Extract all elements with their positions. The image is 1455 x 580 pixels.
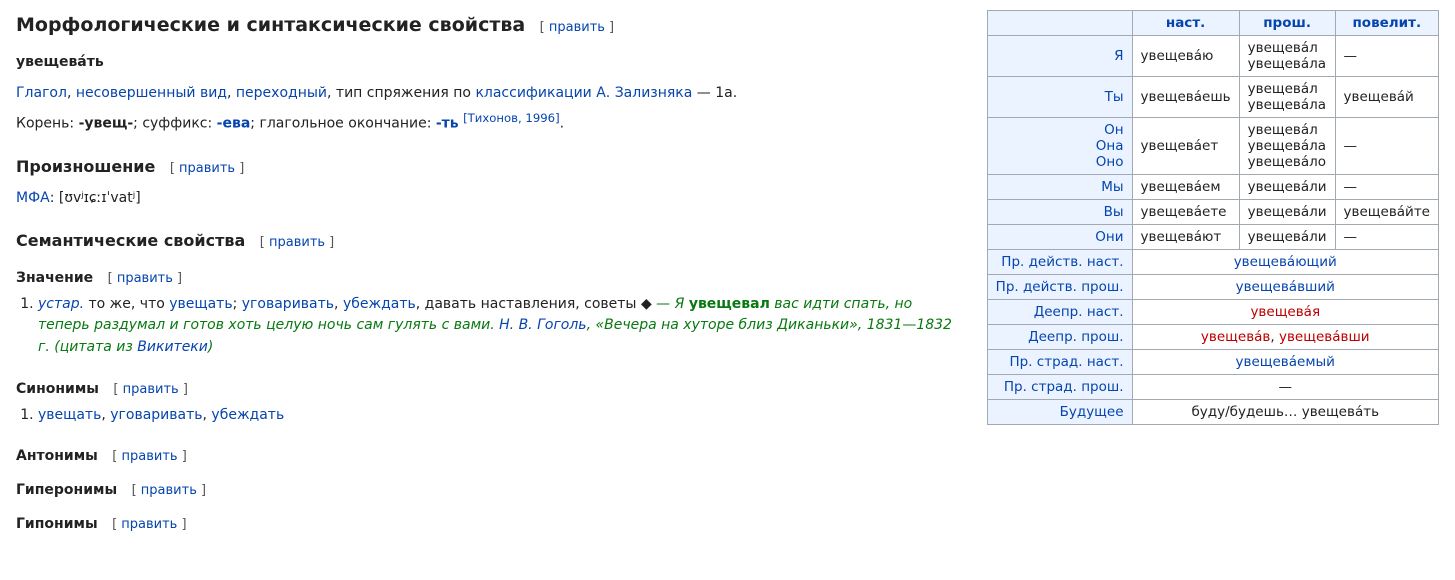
link-syn2[interactable]: уговаривать xyxy=(242,296,334,312)
edit-section-morph: [ править ] xyxy=(540,20,615,35)
edit-link[interactable]: править xyxy=(179,161,235,176)
th-past[interactable]: прош. xyxy=(1239,11,1335,36)
form-link[interactable]: увещева́емый xyxy=(1236,354,1335,370)
syn-link[interactable]: уговаривать xyxy=(110,407,202,423)
synonyms-list: увещать, уговаривать, убеждать xyxy=(38,405,963,427)
edit-link[interactable]: править xyxy=(549,20,605,35)
form-label-link[interactable]: Пр. страд. прош. xyxy=(1004,379,1124,395)
meaning-item: устар. то же, что увещать; уговаривать, … xyxy=(38,294,963,359)
pronoun-link[interactable]: Мы xyxy=(1101,179,1123,195)
edit-link[interactable]: править xyxy=(269,235,325,250)
table-row: Деепр. прош. увещева́в, увещева́вши xyxy=(987,325,1438,350)
edit-link[interactable]: править xyxy=(141,483,197,498)
pos-line: Глагол, несовершенный вид, переходный, т… xyxy=(16,83,963,104)
table-row: Будущее буду/будешь… увещева́ть xyxy=(987,400,1438,425)
edit-link[interactable]: править xyxy=(121,517,177,532)
form-label-link[interactable]: Пр. страд. наст. xyxy=(1009,354,1123,370)
link-aspect[interactable]: несовершенный вид xyxy=(76,85,227,101)
list-item: увещать, уговаривать, убеждать xyxy=(38,405,963,427)
meanings-list: устар. то же, что увещать; уговаривать, … xyxy=(38,294,963,359)
edit-section-syn: [ править ] xyxy=(113,382,188,397)
link-transitivity[interactable]: переходный xyxy=(236,85,327,101)
table-row: Они увещева́ют увещева́ли — xyxy=(987,225,1438,250)
pronoun-link[interactable]: Они xyxy=(1095,229,1123,245)
th-blank xyxy=(987,11,1132,36)
ending-link[interactable]: -ть xyxy=(436,116,459,132)
morpheme-line: Корень: -увещ-; суффикс: -ева; глагольно… xyxy=(16,110,963,135)
heading-pronunciation: Произношение xyxy=(16,157,155,176)
pronoun-link[interactable]: Ты xyxy=(1105,89,1124,105)
table-row: Он Она Оно увещева́ет увещева́лувещева́л… xyxy=(987,118,1438,175)
edit-section-meaning: [ править ] xyxy=(108,271,183,286)
form-label-link[interactable]: Пр. действ. прош. xyxy=(996,279,1124,295)
form-label-link[interactable]: Будущее xyxy=(1060,404,1124,420)
heading-semantics: Семантические свойства xyxy=(16,231,245,250)
table-row: Мы увещева́ем увещева́ли — xyxy=(987,175,1438,200)
heading-hypernyms: Гиперонимы xyxy=(16,482,117,498)
pronoun-link[interactable]: Вы xyxy=(1104,204,1124,220)
pronoun-link[interactable]: Я xyxy=(1114,48,1123,64)
conjugation-table: наст. прош. повелит. Я увещева́ю увещева… xyxy=(987,10,1439,425)
table-row: Пр. действ. прош. увещева́вший xyxy=(987,275,1438,300)
form-label-link[interactable]: Деепр. прош. xyxy=(1028,329,1123,345)
pronoun-link[interactable]: Он xyxy=(1104,122,1123,138)
form-label-link[interactable]: Деепр. наст. xyxy=(1034,304,1124,320)
headword: увещева́ть xyxy=(16,52,963,73)
th-present[interactable]: наст. xyxy=(1132,11,1239,36)
link-wikiteka[interactable]: Викитеки xyxy=(137,339,208,355)
ref-tikhonov[interactable]: [Тихонов, 1996] xyxy=(463,111,560,125)
form-link[interactable]: увещева́вший xyxy=(1236,279,1335,295)
table-row: Пр. действ. наст. увещева́ющий xyxy=(987,250,1438,275)
main-content: Морфологические и синтаксические свойств… xyxy=(16,10,963,536)
link-ustar[interactable]: устар. xyxy=(38,296,84,312)
syn-link[interactable]: убеждать xyxy=(211,407,284,423)
edit-section-pron: [ править ] xyxy=(170,161,245,176)
edit-link[interactable]: править xyxy=(122,449,178,464)
conjugation-table-wrap: наст. прош. повелит. Я увещева́ю увещева… xyxy=(987,10,1439,425)
link-author[interactable]: Н. В. Гоголь xyxy=(499,317,586,333)
link-mfa[interactable]: МФА xyxy=(16,190,50,206)
table-row: Пр. страд. наст. увещева́емый xyxy=(987,350,1438,375)
heading-morphology: Морфологические и синтаксические свойств… xyxy=(16,14,525,36)
suffix-link[interactable]: -ева xyxy=(217,116,251,132)
heading-hyponyms: Гипонимы xyxy=(16,516,98,532)
pronoun-link[interactable]: Она xyxy=(1096,138,1124,154)
table-row: Вы увещева́ете увещева́ли увещева́йте xyxy=(987,200,1438,225)
table-row: Пр. страд. прош. — xyxy=(987,375,1438,400)
table-row: Я увещева́ю увещева́лувещева́ла — xyxy=(987,36,1438,77)
ipa-line: МФА: [ʊvʲɪɕːɪˈvatʲ] xyxy=(16,188,963,209)
table-row: Ты увещева́ешь увещева́лувещева́ла увеще… xyxy=(987,77,1438,118)
heading-synonyms: Синонимы xyxy=(16,381,99,397)
syn-link[interactable]: увещать xyxy=(38,407,101,423)
link-syn1[interactable]: увещать xyxy=(169,296,232,312)
form-label-link[interactable]: Пр. действ. наст. xyxy=(1001,254,1123,270)
pronoun-link[interactable]: Оно xyxy=(1096,154,1124,170)
edit-section-hypo: [ править ] xyxy=(112,517,187,532)
heading-meaning: Значение xyxy=(16,270,93,286)
form-link[interactable]: увещева́ющий xyxy=(1234,254,1337,270)
th-imperative[interactable]: повелит. xyxy=(1335,11,1438,36)
link-zaliznyak[interactable]: классификации А. Зализняка xyxy=(475,85,692,101)
edit-section-hyper: [ править ] xyxy=(132,483,207,498)
edit-link[interactable]: править xyxy=(117,271,173,286)
table-row: Деепр. наст. увещева́я xyxy=(987,300,1438,325)
edit-section-ant: [ править ] xyxy=(112,449,187,464)
link-verb[interactable]: Глагол xyxy=(16,85,67,101)
edit-link[interactable]: править xyxy=(123,382,179,397)
edit-section-sem: [ править ] xyxy=(260,235,335,250)
link-syn3[interactable]: убеждать xyxy=(343,296,416,312)
heading-antonyms: Антонимы xyxy=(16,448,98,464)
